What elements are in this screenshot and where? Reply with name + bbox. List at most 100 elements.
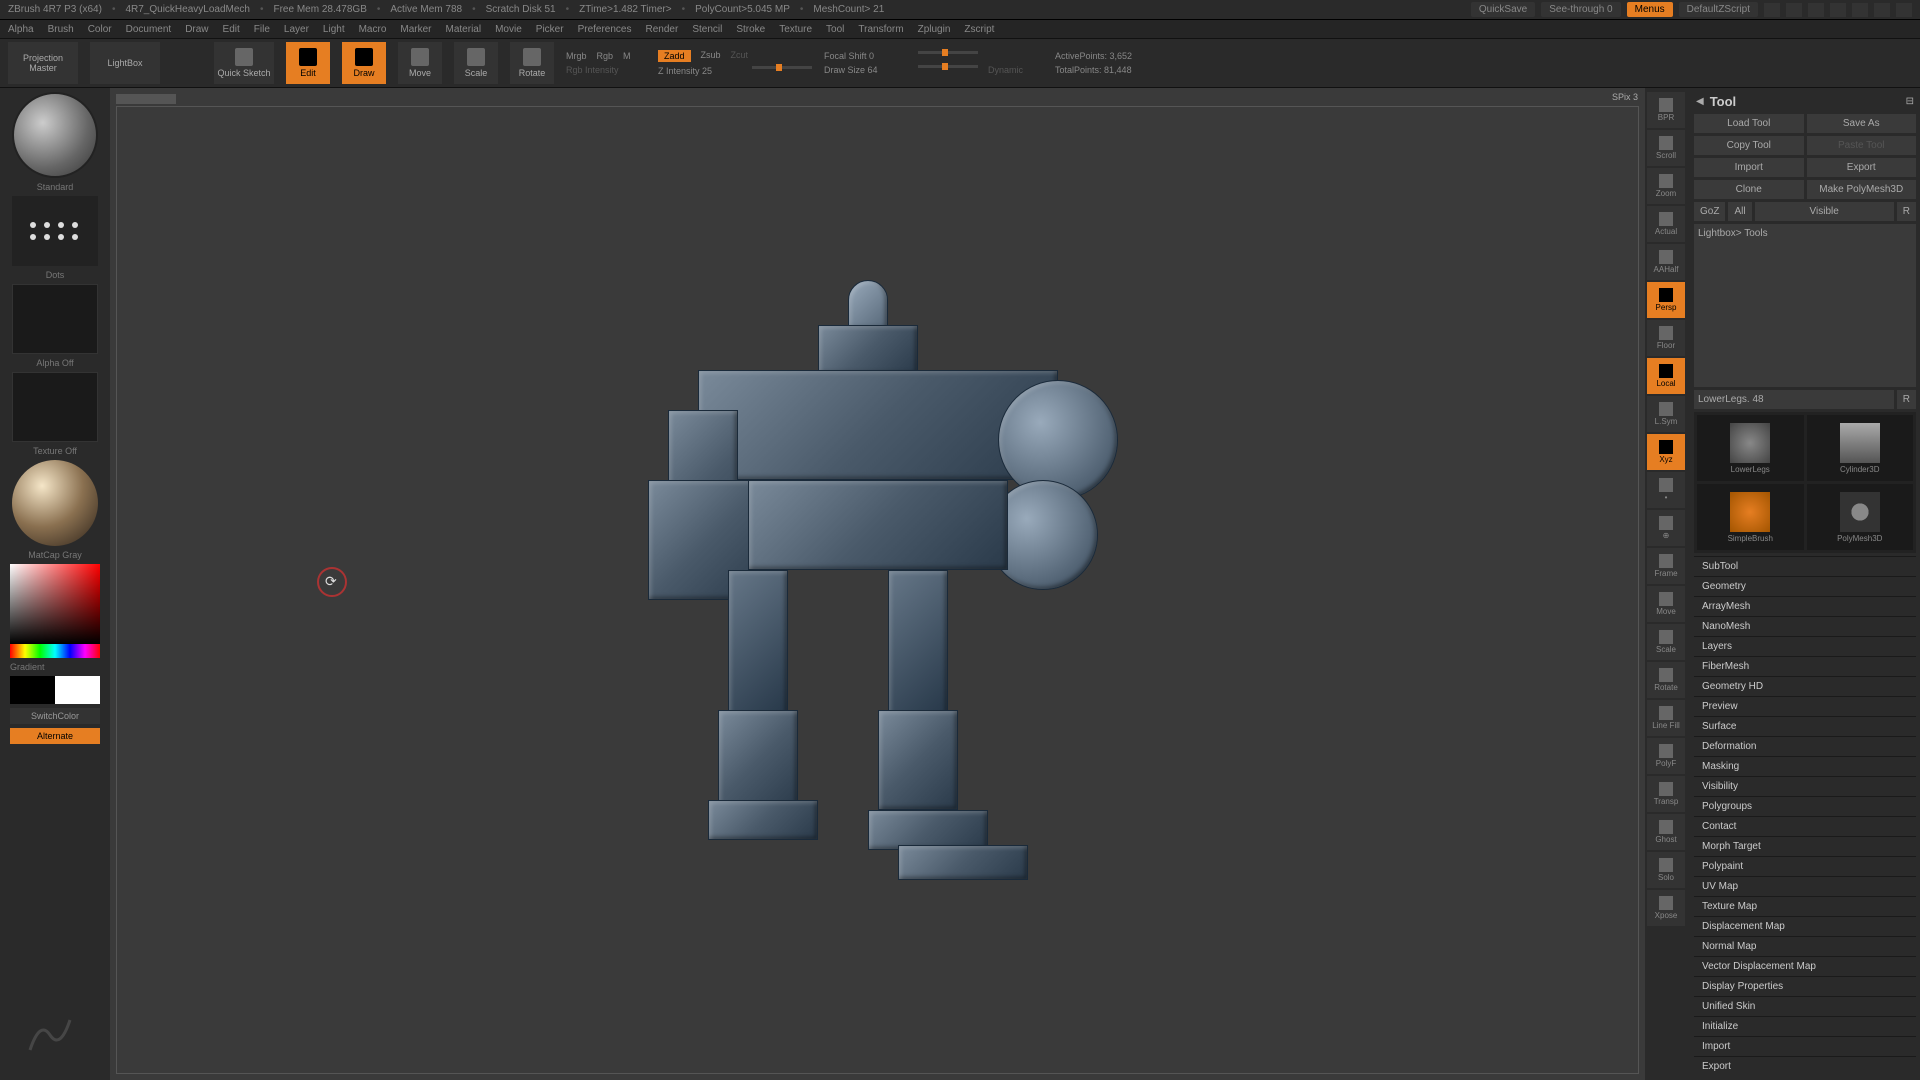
section-vector-displacement-map[interactable]: Vector Displacement Map xyxy=(1694,956,1916,976)
z-intensity-slider[interactable]: Z Intensity 25 xyxy=(658,66,738,76)
save-as-button[interactable]: Save As xyxy=(1807,114,1917,133)
menu-marker[interactable]: Marker xyxy=(400,24,431,35)
minimize-icon[interactable] xyxy=(1852,3,1868,17)
export-button[interactable]: Export xyxy=(1807,158,1917,177)
color-swatch-row[interactable] xyxy=(10,676,100,704)
scale-button[interactable]: Scale xyxy=(454,42,498,84)
r-button[interactable]: R xyxy=(1897,202,1916,221)
gradient-label[interactable]: Gradient xyxy=(10,662,100,672)
make-polymesh-button[interactable]: Make PolyMesh3D xyxy=(1807,180,1917,199)
viewport[interactable] xyxy=(116,106,1639,1074)
tool-close-icon[interactable]: ⊟ xyxy=(1906,96,1914,107)
section-import[interactable]: Import xyxy=(1694,1036,1916,1056)
section-preview[interactable]: Preview xyxy=(1694,696,1916,716)
section-initialize[interactable]: Initialize xyxy=(1694,1016,1916,1036)
nav-persp[interactable]: Persp xyxy=(1647,282,1685,318)
menu-stencil[interactable]: Stencil xyxy=(692,24,722,35)
nav-aahalf[interactable]: AAHalf xyxy=(1647,244,1685,280)
nav-local[interactable]: Local xyxy=(1647,358,1685,394)
seethrough-slider[interactable]: See-through 0 xyxy=(1541,2,1620,17)
nav-move[interactable]: Move xyxy=(1647,586,1685,622)
menu-tool[interactable]: Tool xyxy=(826,24,844,35)
rotate-button[interactable]: Rotate xyxy=(510,42,554,84)
section-texture-map[interactable]: Texture Map xyxy=(1694,896,1916,916)
section-unified-skin[interactable]: Unified Skin xyxy=(1694,996,1916,1016)
nav-xyz[interactable]: Xyz xyxy=(1647,434,1685,470)
nav-transp[interactable]: Transp xyxy=(1647,776,1685,812)
section-subtool[interactable]: SubTool xyxy=(1694,556,1916,576)
alpha-selector[interactable] xyxy=(12,284,98,354)
menu-texture[interactable]: Texture xyxy=(779,24,812,35)
menu-transform[interactable]: Transform xyxy=(858,24,903,35)
nav-scroll[interactable]: Scroll xyxy=(1647,130,1685,166)
menus-button[interactable]: Menus xyxy=(1627,2,1673,17)
nav-floor[interactable]: Floor xyxy=(1647,320,1685,356)
zcut-toggle[interactable]: Zcut xyxy=(731,50,749,62)
rgb-intensity-slider[interactable]: Rgb Intensity xyxy=(566,65,646,75)
import-button[interactable]: Import xyxy=(1694,158,1804,177)
menu-movie[interactable]: Movie xyxy=(495,24,522,35)
menu-picker[interactable]: Picker xyxy=(536,24,564,35)
dynamic-toggle[interactable]: Dynamic xyxy=(988,65,1023,75)
texture-selector[interactable] xyxy=(12,372,98,442)
alternate-button[interactable]: Alternate xyxy=(10,728,100,744)
stroke-selector[interactable] xyxy=(12,196,98,266)
maximize-icon[interactable] xyxy=(1874,3,1890,17)
section-uv-map[interactable]: UV Map xyxy=(1694,876,1916,896)
goz-button[interactable]: GoZ xyxy=(1694,202,1725,221)
draw-button[interactable]: Draw xyxy=(342,42,386,84)
tool-thumb-3[interactable]: PolyMesh3D xyxy=(1807,484,1914,550)
quicksave-button[interactable]: QuickSave xyxy=(1471,2,1535,17)
menu-alpha[interactable]: Alpha xyxy=(8,24,34,35)
win-icon-1[interactable] xyxy=(1764,3,1780,17)
quicksketch-button[interactable]: Quick Sketch xyxy=(214,42,274,84)
move-button[interactable]: Move xyxy=(398,42,442,84)
menu-brush[interactable]: Brush xyxy=(48,24,74,35)
section-visibility[interactable]: Visibility xyxy=(1694,776,1916,796)
nav-xpose[interactable]: Xpose xyxy=(1647,890,1685,926)
tool-thumb-2[interactable]: SimpleBrush xyxy=(1697,484,1804,550)
switchcolor-button[interactable]: SwitchColor xyxy=(10,708,100,724)
nav-lsym[interactable]: L.Sym xyxy=(1647,396,1685,432)
nav-[interactable]: • xyxy=(1647,472,1685,508)
nav-[interactable]: ⊕ xyxy=(1647,510,1685,546)
menu-light[interactable]: Light xyxy=(323,24,345,35)
all-button[interactable]: All xyxy=(1728,202,1751,221)
menu-document[interactable]: Document xyxy=(126,24,172,35)
section-arraymesh[interactable]: ArrayMesh xyxy=(1694,596,1916,616)
menu-layer[interactable]: Layer xyxy=(284,24,309,35)
menu-render[interactable]: Render xyxy=(646,24,679,35)
section-nanomesh[interactable]: NanoMesh xyxy=(1694,616,1916,636)
menu-draw[interactable]: Draw xyxy=(185,24,208,35)
close-icon[interactable] xyxy=(1896,3,1912,17)
section-polygroups[interactable]: Polygroups xyxy=(1694,796,1916,816)
menu-file[interactable]: File xyxy=(254,24,270,35)
nav-linefill[interactable]: Line Fill xyxy=(1647,700,1685,736)
section-normal-map[interactable]: Normal Map xyxy=(1694,936,1916,956)
white-swatch[interactable] xyxy=(55,676,100,704)
nav-scale[interactable]: Scale xyxy=(1647,624,1685,660)
nav-ghost[interactable]: Ghost xyxy=(1647,814,1685,850)
material-selector[interactable] xyxy=(12,460,98,546)
section-displacement-map[interactable]: Displacement Map xyxy=(1694,916,1916,936)
tool-thumb-0[interactable]: LowerLegs xyxy=(1697,415,1804,481)
menu-color[interactable]: Color xyxy=(88,24,112,35)
section-surface[interactable]: Surface xyxy=(1694,716,1916,736)
spix-label[interactable]: SPix 3 xyxy=(1612,92,1638,103)
nav-solo[interactable]: Solo xyxy=(1647,852,1685,888)
tool-thumb-1[interactable]: Cylinder3D xyxy=(1807,415,1914,481)
black-swatch[interactable] xyxy=(10,676,55,704)
zsub-toggle[interactable]: Zsub xyxy=(701,50,721,62)
section-contact[interactable]: Contact xyxy=(1694,816,1916,836)
win-icon-2[interactable] xyxy=(1786,3,1802,17)
defaultscript-button[interactable]: DefaultZScript xyxy=(1679,2,1758,17)
viewport-tab[interactable] xyxy=(116,94,176,104)
nav-rotate[interactable]: Rotate xyxy=(1647,662,1685,698)
zadd-toggle[interactable]: Zadd xyxy=(658,50,691,62)
win-icon-4[interactable] xyxy=(1830,3,1846,17)
menu-zscript[interactable]: Zscript xyxy=(964,24,994,35)
edit-button[interactable]: Edit xyxy=(286,42,330,84)
clone-button[interactable]: Clone xyxy=(1694,180,1804,199)
section-deformation[interactable]: Deformation xyxy=(1694,736,1916,756)
m-toggle[interactable]: M xyxy=(623,51,631,61)
